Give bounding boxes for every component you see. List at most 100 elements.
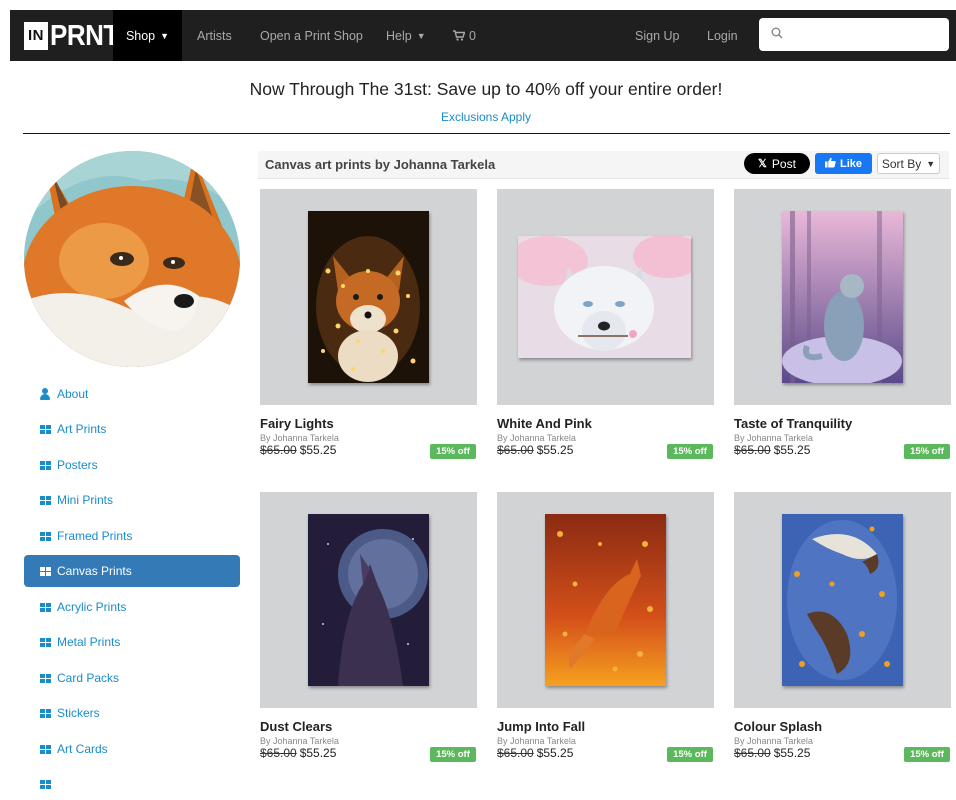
nav-help-dropdown[interactable]: Help ▼ [386, 10, 426, 61]
discount-badge: 15% off [667, 747, 713, 762]
sidebar-item-posters[interactable]: Posters [24, 449, 240, 481]
x-post-label: Post [771, 156, 796, 171]
product-image-frame[interactable] [497, 492, 714, 708]
sort-by-dropdown[interactable]: Sort By ▼ [877, 153, 940, 174]
product-price: $65.00 $55.25 [497, 746, 573, 760]
product-artwork-taste-of-tranquility [782, 211, 903, 383]
old-price: $65.00 [260, 443, 297, 457]
product-image-frame[interactable] [260, 492, 477, 708]
sidebar-item-label: Framed Prints [57, 529, 133, 543]
thumbs-up-icon [824, 157, 836, 171]
sidebar-item-metal-prints[interactable]: Metal Prints [24, 626, 240, 658]
user-icon [39, 388, 51, 400]
sidebar-item-canvas-prints[interactable]: Canvas Prints [24, 555, 240, 587]
x-post-button[interactable]: 𝕏 Post [744, 153, 810, 174]
product-title[interactable]: Dust Clears [260, 719, 332, 734]
discount-badge: 15% off [430, 747, 476, 762]
nav-artists-label: Artists [197, 28, 232, 43]
sidebar-item-card-packs[interactable]: Card Packs [24, 662, 240, 694]
old-price: $65.00 [734, 443, 771, 457]
product-price: $65.00 $55.25 [497, 443, 573, 457]
product-image-frame[interactable] [497, 189, 714, 405]
nav-open-print-shop-link[interactable]: Open a Print Shop [260, 10, 363, 61]
promo-banner-title: Now Through The 31st: Save up to 40% off… [249, 79, 723, 99]
sidebar-item-label: Metal Prints [57, 635, 121, 649]
product-artwork-white-and-pink [518, 236, 691, 358]
sidebar-item-acrylic-prints[interactable]: Acrylic Prints [24, 591, 240, 623]
cart-count: 0 [469, 28, 476, 43]
nav-login-label: Login [707, 28, 738, 43]
product-artwork-jump-into-fall [545, 514, 666, 686]
page-title: Canvas art prints by Johanna Tarkela [265, 157, 496, 172]
nav-cart-link[interactable]: 0 [453, 10, 476, 61]
product-artist: By Johanna Tarkela [260, 736, 339, 746]
nav-shop-label: Shop [125, 28, 156, 43]
product-price: $65.00 $55.25 [734, 746, 810, 760]
nav-open-shop-label: Open a Print Shop [260, 28, 363, 43]
artist-avatar[interactable] [24, 151, 240, 367]
product-artwork-fairy-lights [308, 211, 429, 383]
sidebar-item-about[interactable]: About [24, 378, 240, 410]
old-price: $65.00 [497, 746, 534, 760]
product-artist: By Johanna Tarkela [497, 433, 576, 443]
grid-icon [39, 744, 51, 754]
sidebar-item-more[interactable] [24, 768, 240, 800]
sidebar-item-label: About [57, 387, 89, 401]
search-input[interactable] [791, 26, 945, 43]
logo-prnt-text: PRNT [50, 18, 119, 52]
old-price: $65.00 [497, 443, 534, 457]
nav-signup-link[interactable]: Sign Up [635, 10, 679, 61]
sidebar-item-label: Art Cards [57, 742, 108, 756]
search-icon[interactable] [771, 27, 783, 42]
product-image-frame[interactable] [734, 492, 951, 708]
nav-shop-dropdown[interactable]: Shop ▼ [113, 10, 182, 61]
grid-icon [39, 566, 51, 576]
sidebar-item-framed-prints[interactable]: Framed Prints [24, 520, 240, 552]
old-price: $65.00 [734, 746, 771, 760]
facebook-like-label: Like [839, 157, 862, 170]
sidebar-item-art-cards[interactable]: Art Cards [24, 733, 240, 765]
caret-down-icon: ▼ [926, 158, 936, 169]
sale-price: $55.25 [773, 746, 811, 760]
top-navbar: IN PRNT Shop ▼ Artists Open a Print Shop… [10, 10, 956, 61]
content-header: Canvas art prints by Johanna Tarkela 𝕏 P… [258, 151, 949, 179]
nav-login-link[interactable]: Login [707, 10, 738, 61]
grid-icon [39, 602, 51, 612]
x-logo-icon: 𝕏 [758, 158, 767, 170]
product-artist: By Johanna Tarkela [260, 433, 339, 443]
grid-icon [39, 460, 51, 470]
product-title[interactable]: Colour Splash [734, 719, 822, 734]
grid-icon [39, 779, 51, 789]
old-price: $65.00 [260, 746, 297, 760]
facebook-like-button[interactable]: Like [815, 153, 872, 174]
sale-price: $55.25 [773, 443, 811, 457]
grid-icon [39, 531, 51, 541]
inprnt-logo[interactable]: IN PRNT [24, 18, 119, 52]
sidebar-item-stickers[interactable]: Stickers [24, 697, 240, 729]
discount-badge: 15% off [667, 444, 713, 459]
product-title[interactable]: Fairy Lights [260, 416, 334, 431]
grid-icon [39, 673, 51, 683]
product-title[interactable]: White And Pink [497, 416, 592, 431]
product-price: $65.00 $55.25 [260, 746, 336, 760]
product-title[interactable]: Jump Into Fall [497, 719, 585, 734]
product-image-frame[interactable] [734, 189, 951, 405]
caret-down-icon: ▼ [416, 30, 426, 41]
sale-price: $55.25 [299, 443, 337, 457]
product-title[interactable]: Taste of Tranquility [734, 416, 852, 431]
sidebar-item-label: Mini Prints [57, 493, 114, 507]
discount-badge: 15% off [430, 444, 476, 459]
grid-icon [39, 708, 51, 718]
product-artist: By Johanna Tarkela [734, 433, 813, 443]
nav-artists-link[interactable]: Artists [197, 10, 232, 61]
product-artist: By Johanna Tarkela [497, 736, 576, 746]
grid-icon [39, 424, 51, 434]
exclusions-apply-link[interactable]: Exclusions Apply [0, 110, 956, 124]
sidebar-item-art-prints[interactable]: Art Prints [24, 413, 240, 445]
product-image-frame[interactable] [260, 189, 477, 405]
logo-in-text: IN [24, 21, 48, 50]
product-artwork-colour-splash [782, 514, 903, 686]
sidebar-item-mini-prints[interactable]: Mini Prints [24, 484, 240, 516]
sidebar-item-label: Card Packs [57, 671, 120, 685]
nav-help-label: Help [386, 28, 412, 43]
